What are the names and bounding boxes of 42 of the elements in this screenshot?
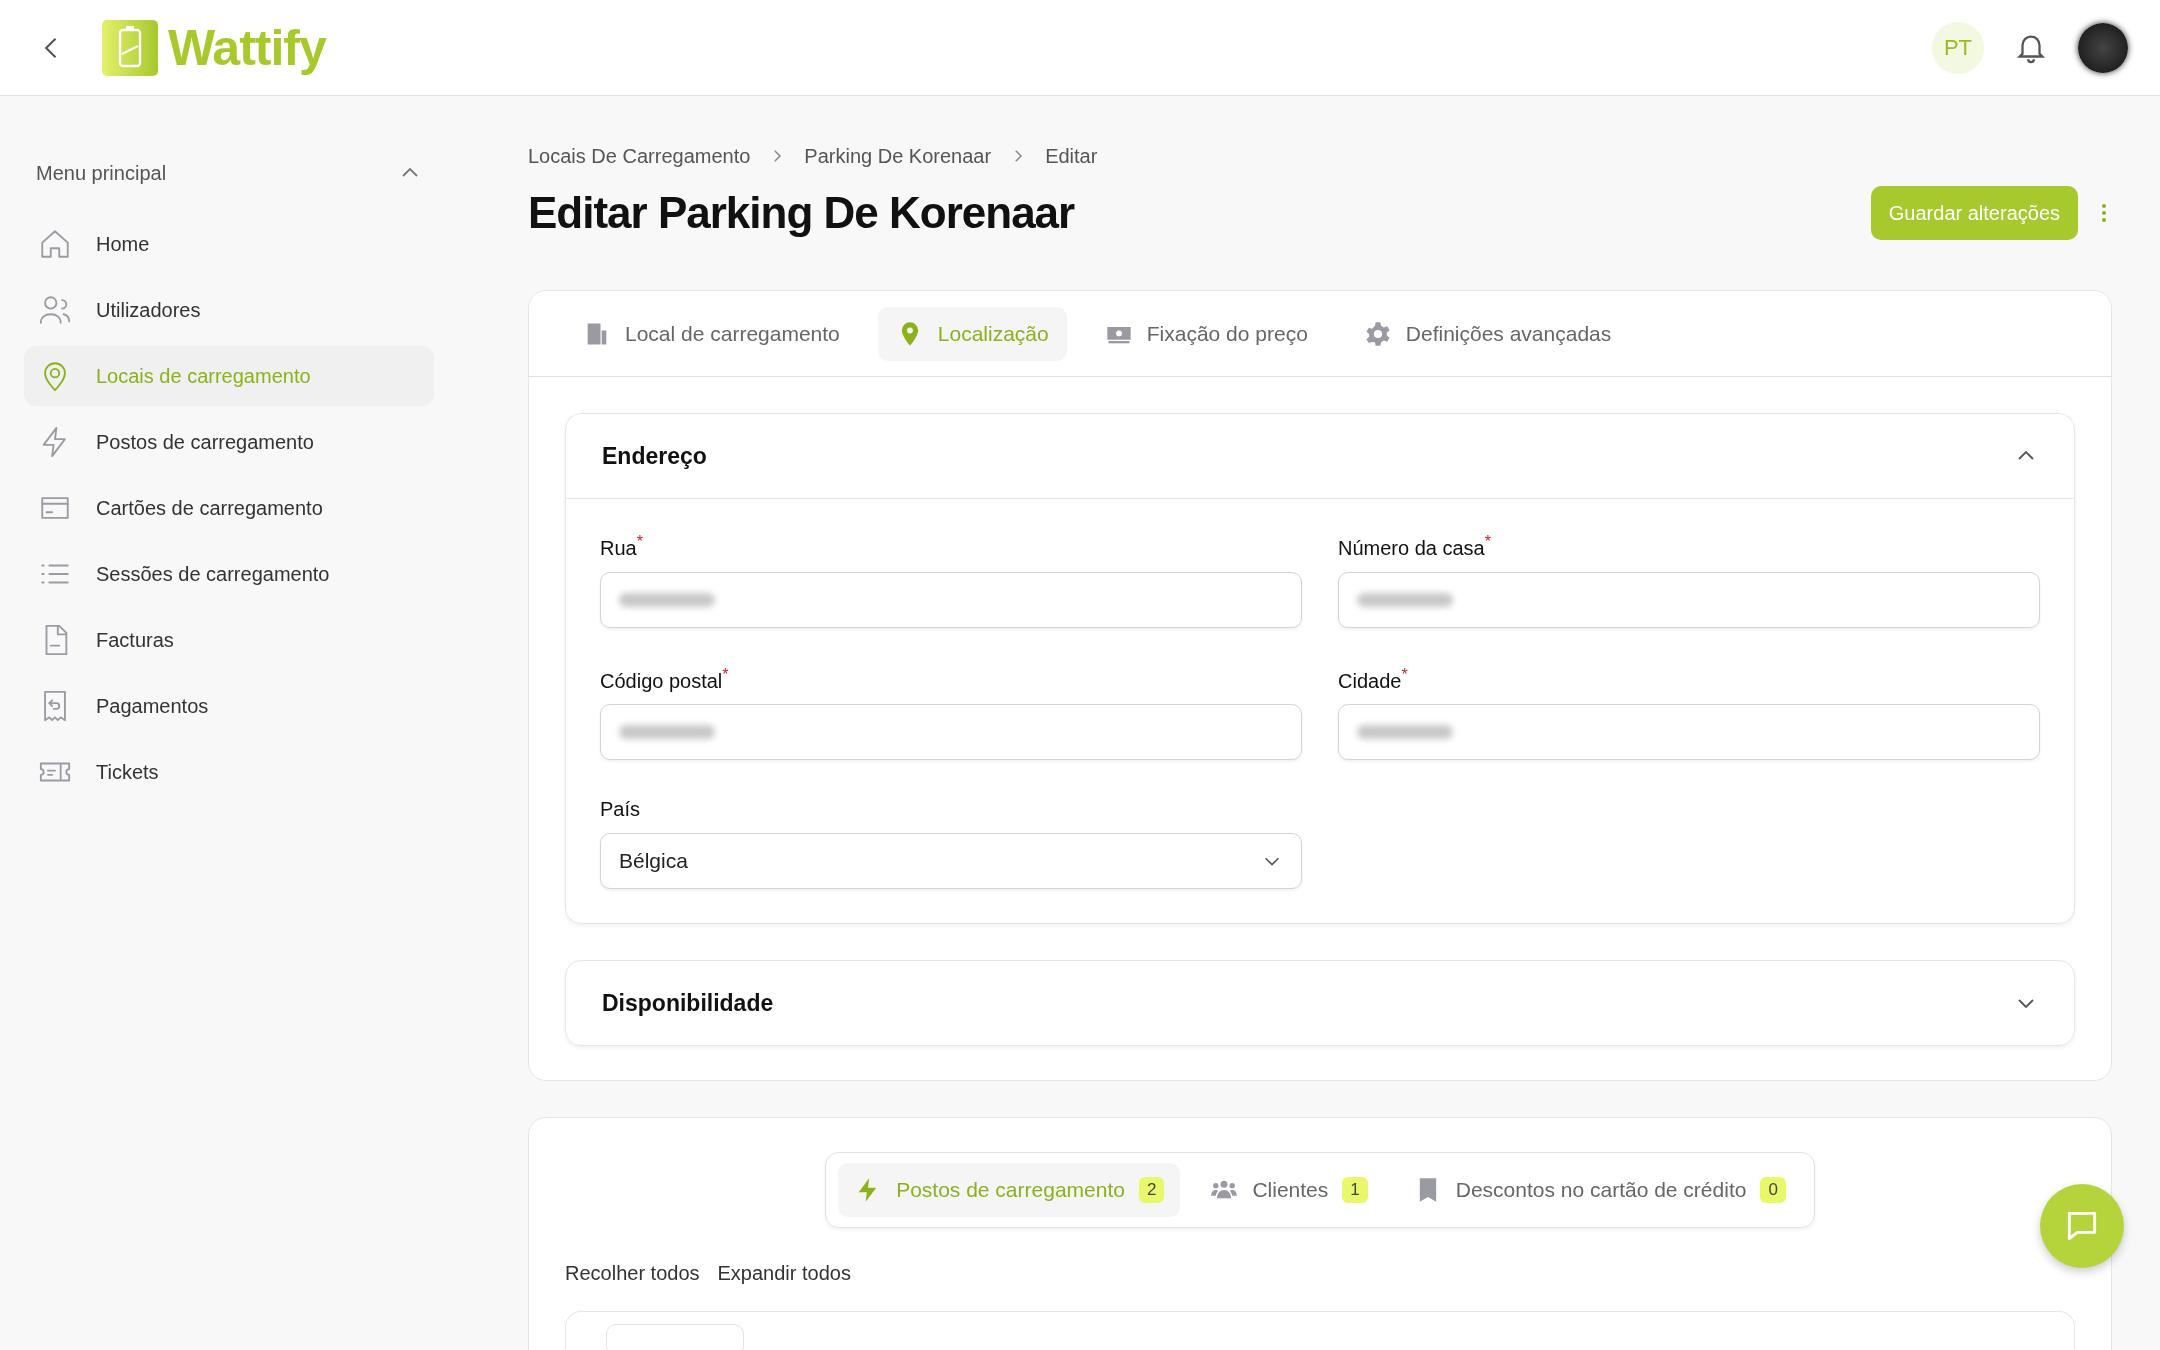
field-label: Código postal$^{*}$ bbox=[600, 665, 730, 693]
count-badge: 2 bbox=[1138, 1177, 1165, 1204]
sidebar-item[interactable]: Cartões de carregamento bbox=[24, 478, 434, 538]
logo-text: Wattify bbox=[168, 18, 326, 77]
field-label: País bbox=[600, 798, 642, 822]
text-input[interactable] bbox=[600, 571, 1302, 628]
sidebar-item[interactable]: Sessões de carregamento bbox=[24, 544, 434, 604]
count-badge: 1 bbox=[1342, 1177, 1368, 1204]
sidebar-item[interactable]: Home bbox=[24, 214, 434, 274]
breadcrumb-link[interactable]: Locais De Carregamento bbox=[528, 144, 751, 168]
text-link[interactable]: Expandir todos bbox=[717, 1262, 851, 1286]
section-title[interactable]: Endereço bbox=[602, 442, 707, 470]
count-badge: 0 bbox=[1760, 1177, 1786, 1204]
sidebar-item[interactable]: Utilizadores bbox=[24, 280, 434, 340]
sidebar-item[interactable]: Postos de carregamento bbox=[24, 412, 434, 472]
segment-tab[interactable]: Clientes 1 bbox=[1194, 1163, 1384, 1218]
tab[interactable]: Local de carregamento bbox=[565, 306, 858, 361]
breadcrumb-link[interactable]: Editar bbox=[1045, 144, 1098, 168]
text-input[interactable] bbox=[600, 704, 1302, 761]
user-avatar[interactable] bbox=[2078, 22, 2128, 73]
section-title[interactable]: Disponibilidade bbox=[602, 989, 774, 1017]
country-dropdown[interactable]: Bélgica bbox=[600, 833, 1302, 890]
more-options-icon[interactable] bbox=[2100, 201, 2108, 225]
house-icon bbox=[38, 227, 72, 261]
battery-logo-icon bbox=[102, 17, 158, 78]
sidebar-item[interactable]: Tickets bbox=[24, 742, 434, 802]
field-label: Número da casa$^{*}$ bbox=[1338, 533, 1492, 560]
users-icon bbox=[38, 293, 72, 327]
field-label: Cidade$^{*}$ bbox=[1338, 665, 1409, 693]
tab[interactable]: Fixação do preço bbox=[1086, 306, 1326, 361]
segment-tab[interactable]: Descontos no cartão de crédito 0 bbox=[1397, 1163, 1802, 1218]
sidebar-item[interactable]: Facturas bbox=[24, 610, 434, 670]
menu-heading: Menu principal bbox=[36, 161, 167, 185]
field-label: Rua$^{*}$ bbox=[600, 533, 644, 560]
tab[interactable]: Definições avançadas bbox=[1345, 306, 1630, 361]
segment-tab[interactable]: Postos de carregamento 2 bbox=[838, 1163, 1181, 1218]
text-input[interactable] bbox=[1338, 571, 2040, 628]
breadcrumb-link[interactable]: Parking De Korenaar bbox=[804, 144, 992, 168]
text-input[interactable] bbox=[1338, 704, 2040, 761]
page-title: Editar Parking De Korenaar bbox=[528, 188, 1075, 238]
sidebar-item[interactable]: Pagamentos bbox=[24, 676, 434, 736]
text-link[interactable]: Recolher todos bbox=[565, 1262, 700, 1286]
